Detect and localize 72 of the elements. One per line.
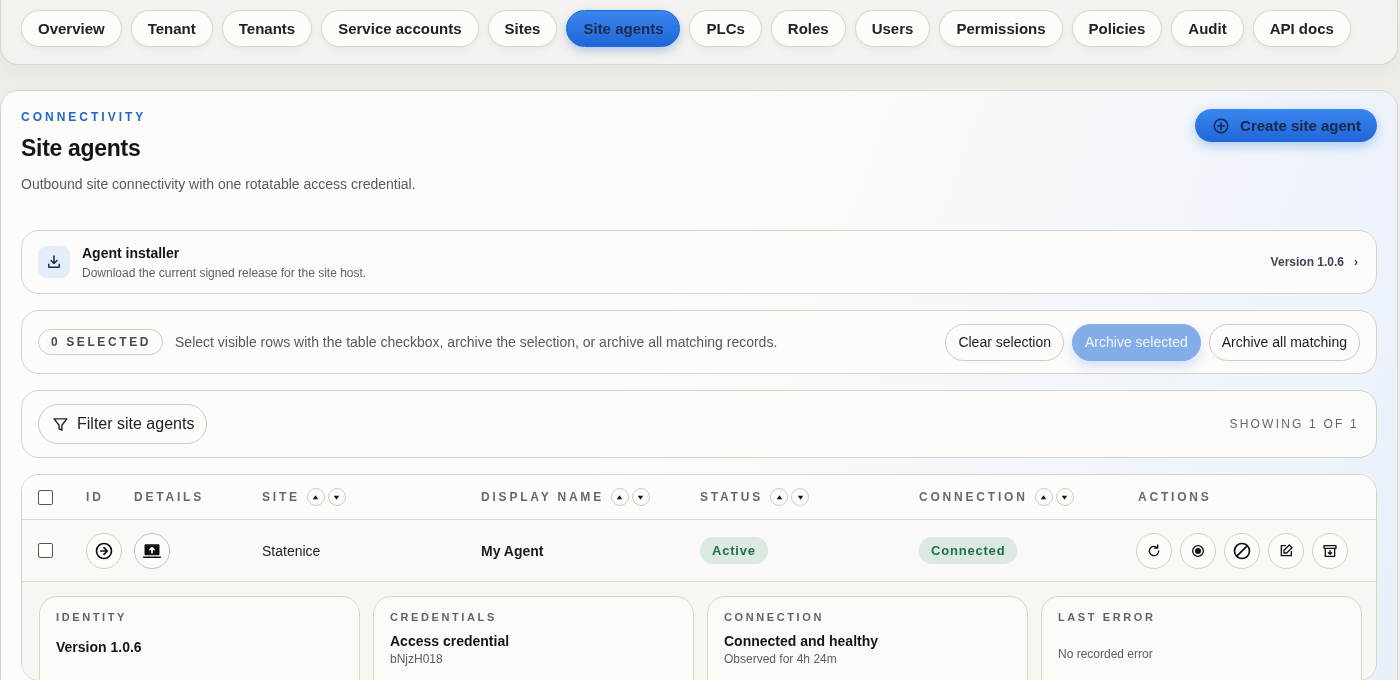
ban-icon [1232,540,1252,561]
bulk-action-button[interactable]: Archive all matching [1208,323,1360,361]
archive-button[interactable] [1312,532,1348,569]
nav-tab[interactable]: Audit [1171,10,1244,47]
disable-button[interactable] [1224,532,1260,569]
nav-tab[interactable]: Tenant [130,10,213,47]
refresh-button[interactable] [1136,532,1172,569]
selected-count-badge: 0 SELECTED [38,329,163,355]
filter-icon [52,415,69,433]
column-header: DISPLAY NAME [481,490,604,504]
detail-heading: CONNECTION [724,611,825,623]
download-icon [38,246,70,278]
detail-heading: CREDENTIALS [390,611,498,623]
sort-descending-button[interactable] [791,488,810,506]
page-title: Site agents [21,135,142,162]
nav-tab[interactable]: Permissions [939,10,1063,47]
sort-ascending-button[interactable] [1034,488,1053,506]
arrow-right-circle-icon [94,540,114,561]
nav-tab[interactable]: Policies [1071,10,1163,47]
sort-descending-button[interactable] [327,488,346,506]
nav-tab[interactable]: PLCs [689,10,762,47]
installer-title: Agent installer [82,244,181,261]
edit-button[interactable] [1268,532,1304,569]
detail-text: No recorded error [1058,647,1154,661]
nav-tab[interactable]: API docs [1252,10,1351,47]
details-toggle-button[interactable] [134,532,170,569]
installer-description: Download the current signed release for the site host. [82,265,367,280]
sort-descending-button[interactable] [631,488,650,506]
connection-badge: Connected [919,537,1018,564]
chevron-icon: › [1354,255,1358,269]
column-header: STATUS [700,490,764,504]
sort-ascending-button[interactable] [610,488,629,506]
bulk-action-button[interactable]: Clear selection [945,323,1064,361]
sort-ascending-button[interactable] [306,488,325,506]
nav-tab[interactable]: Overview [21,10,122,47]
detail-title: Access credential [390,633,511,649]
edit-icon [1278,542,1294,559]
sort-ascending-button[interactable] [770,488,789,506]
detail-text: Observed for 4h 24m [724,652,838,666]
detail-text: bNjzH018 [390,652,444,666]
detail-title: Connected and healthy [724,633,880,649]
filter-button[interactable]: Filter site agents [38,404,208,444]
column-header: ID [86,490,104,504]
plus-circle-icon [1212,116,1231,135]
open-record-button[interactable] [86,532,122,569]
nav-tab[interactable]: Service accounts [321,10,479,47]
section-eyebrow: CONNECTIVITY [21,110,148,124]
result-count: SHOWING 1 OF 1 [1229,417,1359,431]
nav-tab[interactable]: Roles [770,10,846,47]
bulk-hint: Select visible rows with the table checkbox, archive the selection, or archive all matching records. [175,334,778,350]
nav-tab[interactable]: Tenants [221,10,313,47]
display-name-cell: My Agent [481,542,544,559]
row-checkbox[interactable] [38,543,53,558]
status-badge: Active [700,537,768,564]
detail-title: Version 1.0.6 [56,639,143,655]
column-header: ACTIONS [1138,490,1212,504]
column-header: SITE [262,490,300,504]
select-all-checkbox[interactable] [38,489,53,505]
archive-icon [1322,542,1338,559]
page-subtitle: Outbound site connectivity with one rotatable access credential. [21,176,416,192]
nav-tab[interactable]: Users [854,10,931,47]
sort-descending-button[interactable] [1055,488,1074,506]
version-link[interactable]: Version 1.0.6 [1270,255,1344,269]
nav-tab[interactable]: Sites [487,10,558,47]
column-header: CONNECTION [919,490,1028,504]
record-button[interactable] [1180,532,1216,569]
site-cell: Statenice [262,542,321,559]
refresh-icon [1146,542,1162,559]
detail-heading: LAST ERROR [1058,611,1157,623]
record-icon [1190,542,1206,559]
column-header: DETAILS [134,490,205,504]
detail-heading: IDENTITY [56,611,128,623]
